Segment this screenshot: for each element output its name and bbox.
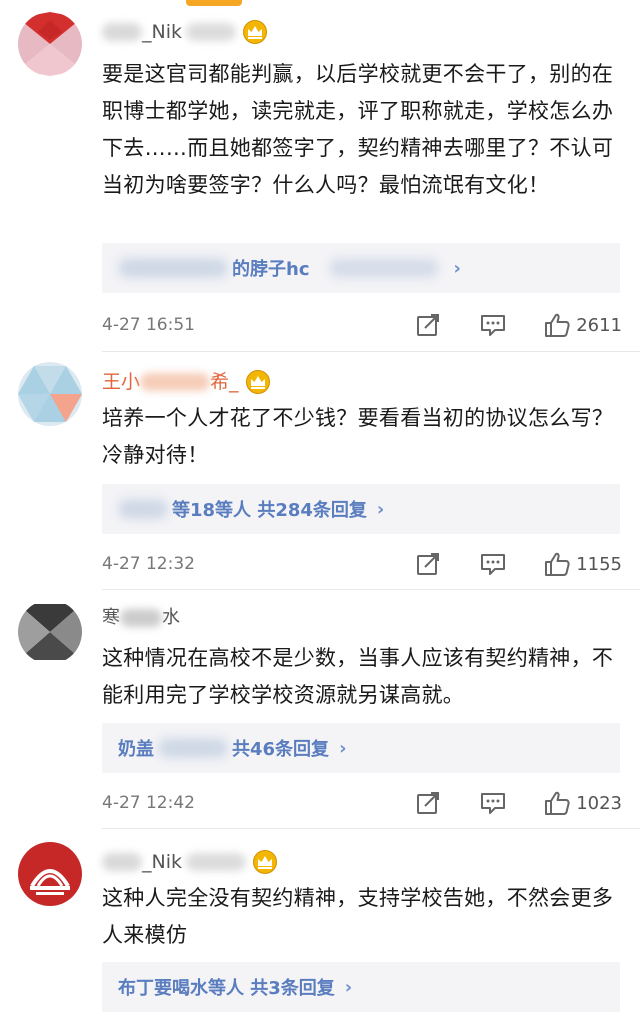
comment-actions: 1155 — [416, 551, 622, 577]
divider — [102, 589, 640, 590]
reply-preview-text: 布丁要喝水等人 共3条回复 — [118, 978, 335, 999]
top-accent-bar — [186, 0, 242, 6]
comment-text: 培养一个人才花了不少钱？要看看当初的协议怎么写？冷静对待！ — [102, 406, 614, 467]
avatar[interactable] — [18, 362, 82, 426]
comment-icon — [481, 793, 506, 814]
like-button[interactable]: 1155 — [544, 551, 622, 577]
comment-item: _Nik 这种人完全没有契约精神，支持学校告她，不然会更多人来模仿 布丁要喝水等… — [0, 842, 640, 1017]
like-button[interactable]: 2611 — [544, 312, 622, 338]
share-button[interactable] — [416, 790, 442, 816]
like-icon — [545, 313, 570, 337]
comment-item: _Nik 要是这官司都能判赢，以后学校就更不会干了，别的在职博士都学她，读完就走… — [0, 12, 640, 352]
reply-preview[interactable]: 布丁要喝水等人 共3条回复 › — [102, 962, 620, 1012]
username-blur — [186, 23, 236, 41]
reply-preview[interactable]: 等18等人 共284条回复 › — [102, 484, 620, 534]
chevron-right-icon: › — [339, 737, 347, 759]
divider — [102, 351, 640, 352]
reply-button[interactable] — [480, 551, 506, 577]
timestamp: 4-27 16:51 — [102, 315, 195, 335]
reply-preview-text: 等18等人 共284条回复 — [172, 500, 367, 521]
reply-blur — [118, 499, 168, 519]
username[interactable]: 寒 水 — [102, 604, 180, 632]
comment-actions: 2611 — [416, 312, 622, 338]
username[interactable]: _Nik — [102, 848, 278, 876]
username-text: 寒 — [102, 607, 120, 628]
share-icon — [417, 553, 440, 575]
reply-preview-text: 的脖子hc — [232, 259, 310, 280]
reply-preview[interactable]: 奶盖 共46条回复 › — [102, 723, 620, 773]
chevron-right-icon: › — [376, 498, 385, 520]
reply-blur — [329, 258, 440, 278]
username-blur — [102, 853, 142, 871]
comment-text: 要是这官司都能判赢，以后学校就更不会干了，别的在职博士都学她，读完就走，评了职称… — [102, 62, 614, 197]
username-suffix: 水 — [162, 607, 180, 628]
username-blur — [140, 373, 211, 391]
username-blur — [186, 853, 246, 871]
reply-preview[interactable]: 的脖子hc › — [102, 243, 620, 293]
crown-icon — [252, 850, 278, 874]
comment-icon — [481, 554, 506, 575]
username[interactable]: _Nik — [102, 18, 268, 46]
username-blur — [120, 609, 162, 627]
comment-actions: 1023 — [416, 790, 622, 816]
crown-icon — [245, 370, 271, 394]
username-text: _Nik — [142, 851, 182, 873]
chevron-right-icon: › — [344, 976, 353, 998]
chevron-right-icon: › — [453, 257, 461, 279]
username[interactable]: 王小 希_ — [102, 368, 271, 396]
reply-prefix: 奶盖 — [118, 739, 154, 760]
comment-text: 这种情况在高校不是少数，当事人应该有契约精神，不能利用完了学校学校资源就另谋高就… — [102, 646, 614, 707]
like-icon — [545, 552, 570, 576]
share-icon — [417, 314, 440, 336]
comment-meta: 4-27 16:51 2611 — [102, 310, 622, 340]
username-suffix: 希_ — [210, 371, 239, 393]
comment-item: 王小 希_ 培养一个人才花了不少钱？要看看当初的协议怎么写？冷静对待！ 等18等… — [0, 362, 640, 600]
timestamp: 4-27 12:42 — [102, 793, 195, 813]
comment-text: 这种人完全没有契约精神，支持学校告她，不然会更多人来模仿 — [102, 886, 614, 947]
username-text: _Nik — [142, 21, 182, 43]
reply-blur — [158, 738, 228, 758]
timestamp: 4-27 12:32 — [102, 554, 195, 574]
username-blur — [102, 23, 142, 41]
like-button[interactable]: 1023 — [544, 790, 622, 816]
like-count: 2611 — [576, 314, 622, 336]
username-text: 王小 — [102, 371, 141, 393]
share-icon — [417, 792, 440, 814]
comment-meta: 4-27 12:32 1155 — [102, 549, 622, 579]
like-icon — [545, 791, 570, 815]
reply-button[interactable] — [480, 790, 506, 816]
like-count: 1023 — [576, 792, 622, 814]
share-button[interactable] — [416, 551, 442, 577]
share-button[interactable] — [416, 312, 442, 338]
reply-preview-text: 共46条回复 — [232, 739, 330, 760]
comment-item: 寒 水 这种情况在高校不是少数，当事人应该有契约精神，不能利用完了学校学校资源就… — [0, 600, 640, 838]
comment-icon — [481, 315, 506, 336]
comment-meta: 4-27 12:42 1023 — [102, 788, 622, 818]
avatar[interactable] — [18, 842, 82, 906]
divider — [102, 828, 640, 829]
avatar[interactable] — [18, 12, 82, 76]
reply-blur — [118, 258, 228, 278]
crown-icon — [242, 20, 268, 44]
avatar[interactable] — [18, 600, 82, 664]
reply-button[interactable] — [480, 312, 506, 338]
like-count: 1155 — [576, 553, 622, 575]
